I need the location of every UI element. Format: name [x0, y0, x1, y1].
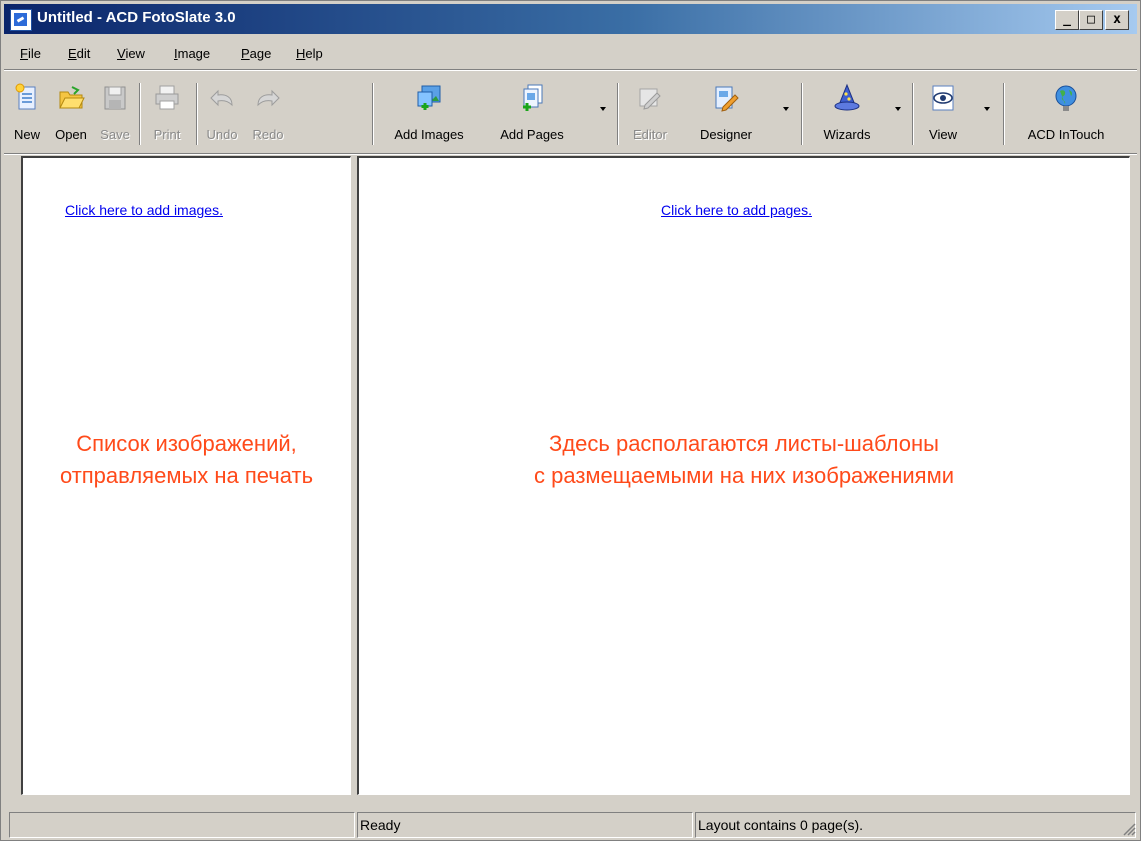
print-button[interactable]: Print: [145, 77, 189, 151]
redo-arrow-icon: [257, 89, 280, 107]
globe-icon: [1055, 85, 1077, 111]
menu-help-label: elp: [305, 46, 323, 61]
toolbar-separator: [196, 83, 198, 145]
toolbar-separator: [372, 83, 374, 145]
designer-icon: [715, 86, 739, 112]
acd-intouch-button[interactable]: ACD InTouch: [1011, 77, 1121, 151]
open-button[interactable]: Open: [49, 77, 93, 151]
redo-button-label: Redo: [252, 127, 284, 142]
add-pages-icon: [523, 84, 543, 111]
status-ready: Ready: [357, 812, 693, 838]
new-button[interactable]: New: [10, 77, 44, 151]
image-list-caption: Список изображений, отправляемых на печа…: [23, 428, 350, 492]
resize-grip-icon[interactable]: [1122, 822, 1136, 836]
new-document-icon: [15, 83, 36, 110]
printer-icon: [155, 85, 179, 110]
app-window: Untitled - ACD FotoSlate 3.0 _ □ x File …: [0, 0, 1141, 841]
print-button-label: Print: [153, 127, 181, 142]
wizards-button-label: Wizards: [823, 127, 871, 142]
toolbar-separator: [801, 83, 803, 145]
close-button[interactable]: x: [1105, 10, 1129, 30]
add-pages-dropdown-arrow[interactable]: [600, 107, 606, 111]
menu-help[interactable]: Help: [296, 46, 323, 61]
designer-dropdown-arrow[interactable]: [783, 107, 789, 111]
minimize-button[interactable]: _: [1055, 10, 1079, 30]
menu-page[interactable]: Page: [241, 46, 271, 61]
pages-pane[interactable]: Click here to add pages. Здесь располага…: [357, 156, 1130, 795]
view-button[interactable]: View: [920, 77, 966, 151]
menu-bar: File Edit View Image Page Help: [4, 41, 1137, 67]
menu-separator: [4, 69, 1137, 71]
designer-button[interactable]: Designer: [684, 77, 768, 151]
image-list-pane[interactable]: Click here to add images. Список изображ…: [21, 156, 351, 795]
window-title: Untitled - ACD FotoSlate 3.0: [37, 9, 236, 26]
add-pages-link[interactable]: Click here to add pages.: [661, 202, 812, 218]
menu-edit-label: dit: [76, 46, 91, 61]
toolbar-separator: [617, 83, 619, 145]
pages-caption-line1: Здесь располагаются листы-шаблоны: [549, 431, 939, 456]
title-bar[interactable]: Untitled - ACD FotoSlate 3.0 _ □ x: [4, 4, 1137, 34]
editor-button[interactable]: Editor: [624, 77, 676, 151]
undo-button-label: Undo: [206, 127, 238, 142]
menu-image[interactable]: Image: [174, 46, 210, 61]
menu-image-label: mage: [177, 46, 211, 61]
menu-file[interactable]: File: [20, 46, 41, 61]
menu-page-label: age: [249, 46, 272, 61]
wizards-button[interactable]: Wizards: [807, 77, 887, 151]
view-button-label: View: [929, 127, 957, 142]
add-pages-button-label: Add Pages: [500, 127, 564, 142]
add-images-button-label: Add Images: [394, 127, 464, 142]
acd-intouch-button-label: ACD InTouch: [1027, 127, 1105, 142]
toolbar-separator: [912, 83, 914, 145]
editor-button-label: Editor: [633, 127, 667, 142]
menu-view[interactable]: View: [117, 46, 145, 61]
toolbar-bottom-separator: [4, 153, 1137, 155]
editor-icon: [639, 88, 661, 110]
menu-help-mnemonic: H: [296, 46, 306, 61]
add-images-icon: [417, 85, 441, 110]
pages-caption-line2: с размещаемыми на них изображениями: [533, 463, 955, 488]
menu-page-mnemonic: P: [241, 46, 250, 61]
menu-edit[interactable]: Edit: [68, 46, 90, 61]
status-cell-empty: [9, 812, 355, 838]
wizard-hat-icon: [834, 83, 860, 111]
toolbar-separator: [1003, 83, 1005, 145]
add-pages-button[interactable]: Add Pages: [487, 77, 577, 151]
undo-button[interactable]: Undo: [200, 77, 244, 151]
add-images-link[interactable]: Click here to add images.: [65, 202, 223, 218]
status-page-count: Layout contains 0 page(s).: [695, 812, 1136, 838]
main-toolbar: New Open Save Print Undo Redo Add Images…: [4, 77, 1137, 151]
new-button-label: New: [13, 127, 40, 142]
view-dropdown-arrow[interactable]: [984, 107, 990, 111]
app-logo-icon[interactable]: [10, 9, 32, 31]
menu-file-mnemonic: F: [20, 46, 28, 61]
designer-button-label: Designer: [699, 127, 753, 142]
menu-edit-mnemonic: E: [68, 46, 77, 61]
save-button[interactable]: Save: [95, 77, 135, 151]
add-images-button[interactable]: Add Images: [379, 77, 479, 151]
undo-arrow-icon: [210, 89, 233, 107]
image-list-caption-line1: Список изображений,: [76, 431, 297, 456]
redo-button[interactable]: Redo: [246, 77, 290, 151]
floppy-disk-icon: [104, 86, 126, 110]
wizards-dropdown-arrow[interactable]: [895, 107, 901, 111]
folder-open-icon: [59, 86, 85, 109]
save-button-label: Save: [100, 127, 130, 142]
menu-view-label: iew: [125, 46, 145, 61]
toolbar-separator: [139, 83, 141, 145]
eye-view-icon: [932, 85, 954, 111]
pages-caption: Здесь располагаются листы-шаблоны с разм…: [359, 428, 1129, 492]
image-list-caption-line2: отправляемых на печать: [59, 463, 314, 488]
menu-file-label: ile: [27, 46, 41, 61]
maximize-button[interactable]: □: [1079, 10, 1103, 30]
open-button-label: Open: [55, 127, 87, 142]
